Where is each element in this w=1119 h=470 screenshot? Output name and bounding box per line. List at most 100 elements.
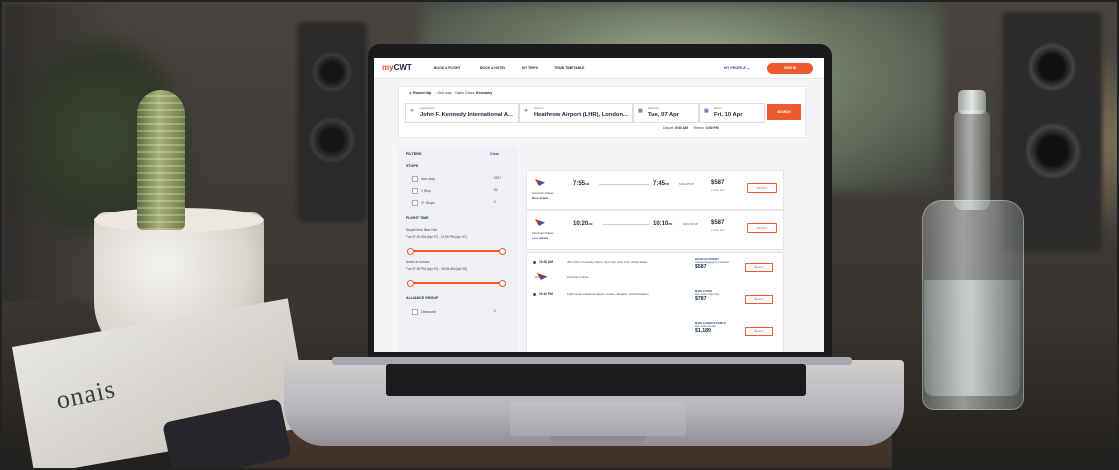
departure-date-field[interactable]: ▦ Departure Tue, 07 Apr	[633, 103, 699, 123]
select-flight-button[interactable]: SELECT	[747, 183, 777, 193]
origin-value: John F. Kennedy International A...	[420, 112, 513, 118]
stops-info: NON-STOP	[679, 182, 694, 186]
flight-result-card[interactable]: American Airlines More details 7:55AM 7:…	[526, 170, 784, 210]
mycwt-logo[interactable]: myCWT	[382, 63, 412, 72]
chevron-down-icon: ⌄	[746, 66, 750, 70]
right-speaker-cone	[1027, 42, 1077, 92]
flight-search-form: ◉ Round trip ○ One way Cabin Class: Econ…	[398, 86, 806, 138]
price-note: Lowest fare	[711, 229, 725, 232]
arrival-dot	[533, 293, 536, 296]
filter-2stops-price: $	[494, 200, 496, 204]
less-details-link[interactable]: Less details	[532, 236, 548, 240]
depart-range-text: Tue 07:00 AM (Apr 07) - 11:59 PM (Apr 07…	[406, 235, 467, 239]
fare-option: BASIC ECONOMY Checked Baggage Not Includ…	[695, 257, 775, 272]
depart-from-label: Depart from New York	[406, 228, 438, 232]
depart-time-select[interactable]: 9:00 AM	[675, 126, 688, 130]
calendar-icon: ▦	[704, 108, 709, 114]
my-profile-menu[interactable]: MY PROFILE ⌄	[724, 66, 750, 70]
arrive-range-text: Tue 07:30 PM (Apr 07) - 08:55 AM (Apr 08…	[406, 267, 468, 271]
depart-time-slider[interactable]	[407, 247, 506, 255]
filters-title: FILTERS	[406, 152, 422, 156]
destination-field[interactable]: ✈ Going to Heathrow Airport (LHR), Londo…	[519, 103, 633, 123]
time-selectors: Depart: 9:00 AM Return: 3:00 PM	[663, 126, 719, 130]
price-note: Lowest fare	[711, 189, 725, 192]
expanded-airline: American Airlines	[567, 275, 589, 279]
expanded-arrival-airport: LHR London Heathrow Airport, London, Eng…	[567, 292, 649, 296]
departure-time: 7:55AM	[573, 181, 590, 187]
slider-handle-end[interactable]	[499, 279, 506, 287]
bottle-water	[924, 280, 1020, 396]
nav-book-hotel[interactable]: BOOK A HOTEL	[480, 66, 506, 70]
return-time-select[interactable]: 3:00 PM	[706, 126, 719, 130]
bottle-neck	[954, 110, 990, 210]
right-speaker-woofer	[1024, 122, 1082, 180]
filter-oneworld-checkbox[interactable]: Oneworld	[412, 309, 436, 315]
one-way-label: One way	[437, 91, 452, 95]
top-nav: myCWT BOOK A FLIGHT BOOK A HOTEL MY TRIP…	[374, 58, 824, 79]
filter-nonstop-checkbox[interactable]: Non-stop	[412, 176, 435, 182]
arrival-time: 10:10PM	[653, 221, 673, 227]
sign-in-button[interactable]: SIGN IN	[767, 63, 813, 74]
expanded-arrival-time: 10:10 PM	[539, 292, 553, 296]
slider-handle-end[interactable]	[499, 247, 506, 255]
plane-landing-icon: ✈	[524, 108, 529, 114]
more-details-link[interactable]: More details	[532, 196, 548, 200]
departure-time: 10:20AM	[573, 221, 593, 227]
fare-option: MAIN CABIN Main Cabin Flight Fare $787 S…	[695, 289, 775, 304]
return-date-field[interactable]: ▦ Return Fri, 10 Apr	[699, 103, 765, 123]
flight-path-line	[599, 184, 649, 185]
slider-handle-start[interactable]	[407, 247, 414, 255]
select-fare-button[interactable]: SELECT	[745, 327, 773, 336]
cactus	[137, 90, 185, 230]
nav-my-trips[interactable]: MY TRIPS	[522, 66, 538, 70]
laptop-keyboard	[386, 364, 806, 396]
nav-book-flight[interactable]: BOOK A FLIGHT	[434, 66, 461, 70]
filter-nonstop-price: $587	[494, 176, 502, 180]
cabin-class-label: Cabin Class:	[454, 91, 476, 95]
trip-type-row: ◉ Round trip ○ One way Cabin Class: Econ…	[409, 91, 492, 95]
destination-value: Heathrow Airport (LHR), London...	[534, 112, 628, 118]
filters-panel: FILTERS Clear STOPS Non-stop $587 1 Stop…	[398, 146, 518, 352]
flight-path-line	[603, 224, 649, 225]
departure-label: Departure	[648, 107, 660, 110]
flight-result-card[interactable]: American Airlines Less details 10:20AM 1…	[526, 210, 784, 250]
select-fare-button[interactable]: SELECT	[745, 295, 773, 304]
return-value: Fri, 10 Apr	[714, 112, 743, 118]
slider-handle-start[interactable]	[407, 279, 414, 287]
left-speaker-cone	[312, 52, 352, 92]
select-flight-button[interactable]: SELECT	[747, 223, 777, 233]
return-label: Return	[714, 107, 722, 110]
american-airlines-logo	[535, 179, 545, 186]
plane-takeoff-icon: ✈	[410, 108, 415, 114]
flight-price: $587	[711, 180, 725, 186]
filter-2stops-checkbox[interactable]: 2+ Stops	[412, 200, 434, 206]
select-fare-button[interactable]: SELECT	[745, 263, 773, 272]
expanded-flight-details: 10:20 AM JFK John F. Kennedy Airport, Ne…	[526, 252, 784, 352]
filter-1stop-checkbox[interactable]: 1 Stop	[412, 188, 431, 194]
arrive-time-slider[interactable]	[407, 279, 506, 287]
laptop-trackpad	[510, 402, 686, 436]
stops-info: NON-STOP	[683, 222, 698, 226]
photo-frame: onais MacBook Pro myCWT BOOK A FLIGHT BO…	[0, 0, 1119, 470]
departure-value: Tue, 07 Apr	[648, 112, 679, 118]
filter-oneworld-price: $	[494, 309, 496, 313]
expanded-airline-label: American	[535, 275, 547, 279]
glass-bottle	[922, 90, 1024, 410]
destination-label: Going to	[534, 107, 544, 110]
departure-dot	[533, 261, 536, 264]
airline-name: American Airlines	[532, 191, 554, 195]
search-button[interactable]: SEARCH	[767, 104, 801, 120]
nav-train-timetable[interactable]: TRAIN TIMETABLE	[554, 66, 584, 70]
cabin-class-select[interactable]: Economy	[476, 91, 492, 95]
clear-filters-link[interactable]: Clear	[490, 152, 499, 156]
arrive-at-label: Arrive at London	[406, 260, 430, 264]
arrival-time: 7:45PM	[653, 181, 669, 187]
laptop-screen: myCWT BOOK A FLIGHT BOOK A HOTEL MY TRIP…	[374, 58, 824, 352]
expanded-departure-time: 10:20 AM	[539, 260, 553, 264]
flight-time-heading: FLIGHT TIME	[406, 216, 429, 220]
origin-field[interactable]: ✈ Leaving from John F. Kennedy Internati…	[405, 103, 519, 123]
stops-heading: STOPS	[406, 164, 419, 168]
round-trip-radio[interactable]: ◉	[409, 91, 412, 95]
fare-option: MAIN CABIN FLEXIBLE Main Cabin Flexible …	[695, 321, 775, 336]
calendar-icon: ▦	[638, 108, 643, 114]
